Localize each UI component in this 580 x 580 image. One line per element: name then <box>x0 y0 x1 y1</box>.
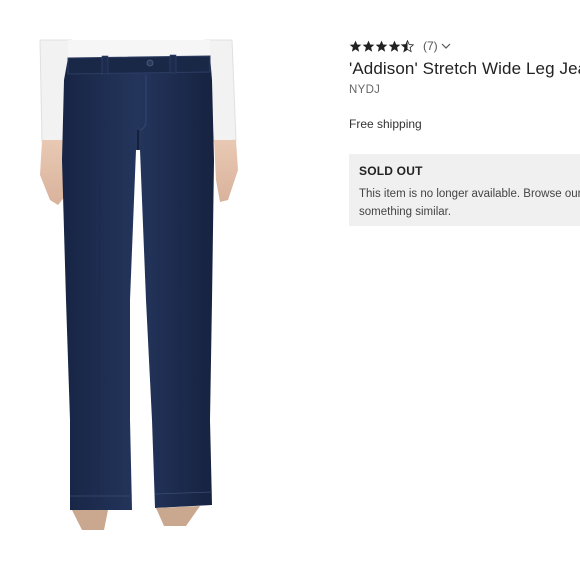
star-icon <box>362 40 375 52</box>
sold-out-message: This item is no longer available. Browse… <box>359 185 580 221</box>
sold-out-line-1: This item is no longer available. Browse… <box>359 188 580 200</box>
brand-name[interactable]: NYDJ <box>349 84 580 96</box>
product-image[interactable] <box>0 0 300 580</box>
sold-out-line-2: something similar. <box>359 206 452 218</box>
rating-row[interactable]: (7) <box>349 36 580 56</box>
jeans-illustration <box>39 39 238 530</box>
product-details: (7) 'Addison' Stretch Wide Leg Jea NYDJ … <box>349 36 580 131</box>
star-icon <box>349 40 362 52</box>
star-icon <box>375 40 388 52</box>
star-half-icon <box>401 39 414 53</box>
review-count[interactable]: (7) <box>423 39 438 53</box>
star-rating <box>349 39 414 53</box>
sold-out-notice: SOLD OUT This item is no longer availabl… <box>349 154 580 226</box>
star-icon <box>388 40 401 52</box>
chevron-down-icon[interactable] <box>441 41 451 51</box>
product-title: 'Addison' Stretch Wide Leg Jea <box>349 59 580 78</box>
product-page: (7) 'Addison' Stretch Wide Leg Jea NYDJ … <box>0 0 580 580</box>
sold-out-heading: SOLD OUT <box>359 164 423 178</box>
shipping-info: Free shipping <box>349 117 422 131</box>
cropped-header-text <box>340 0 580 3</box>
